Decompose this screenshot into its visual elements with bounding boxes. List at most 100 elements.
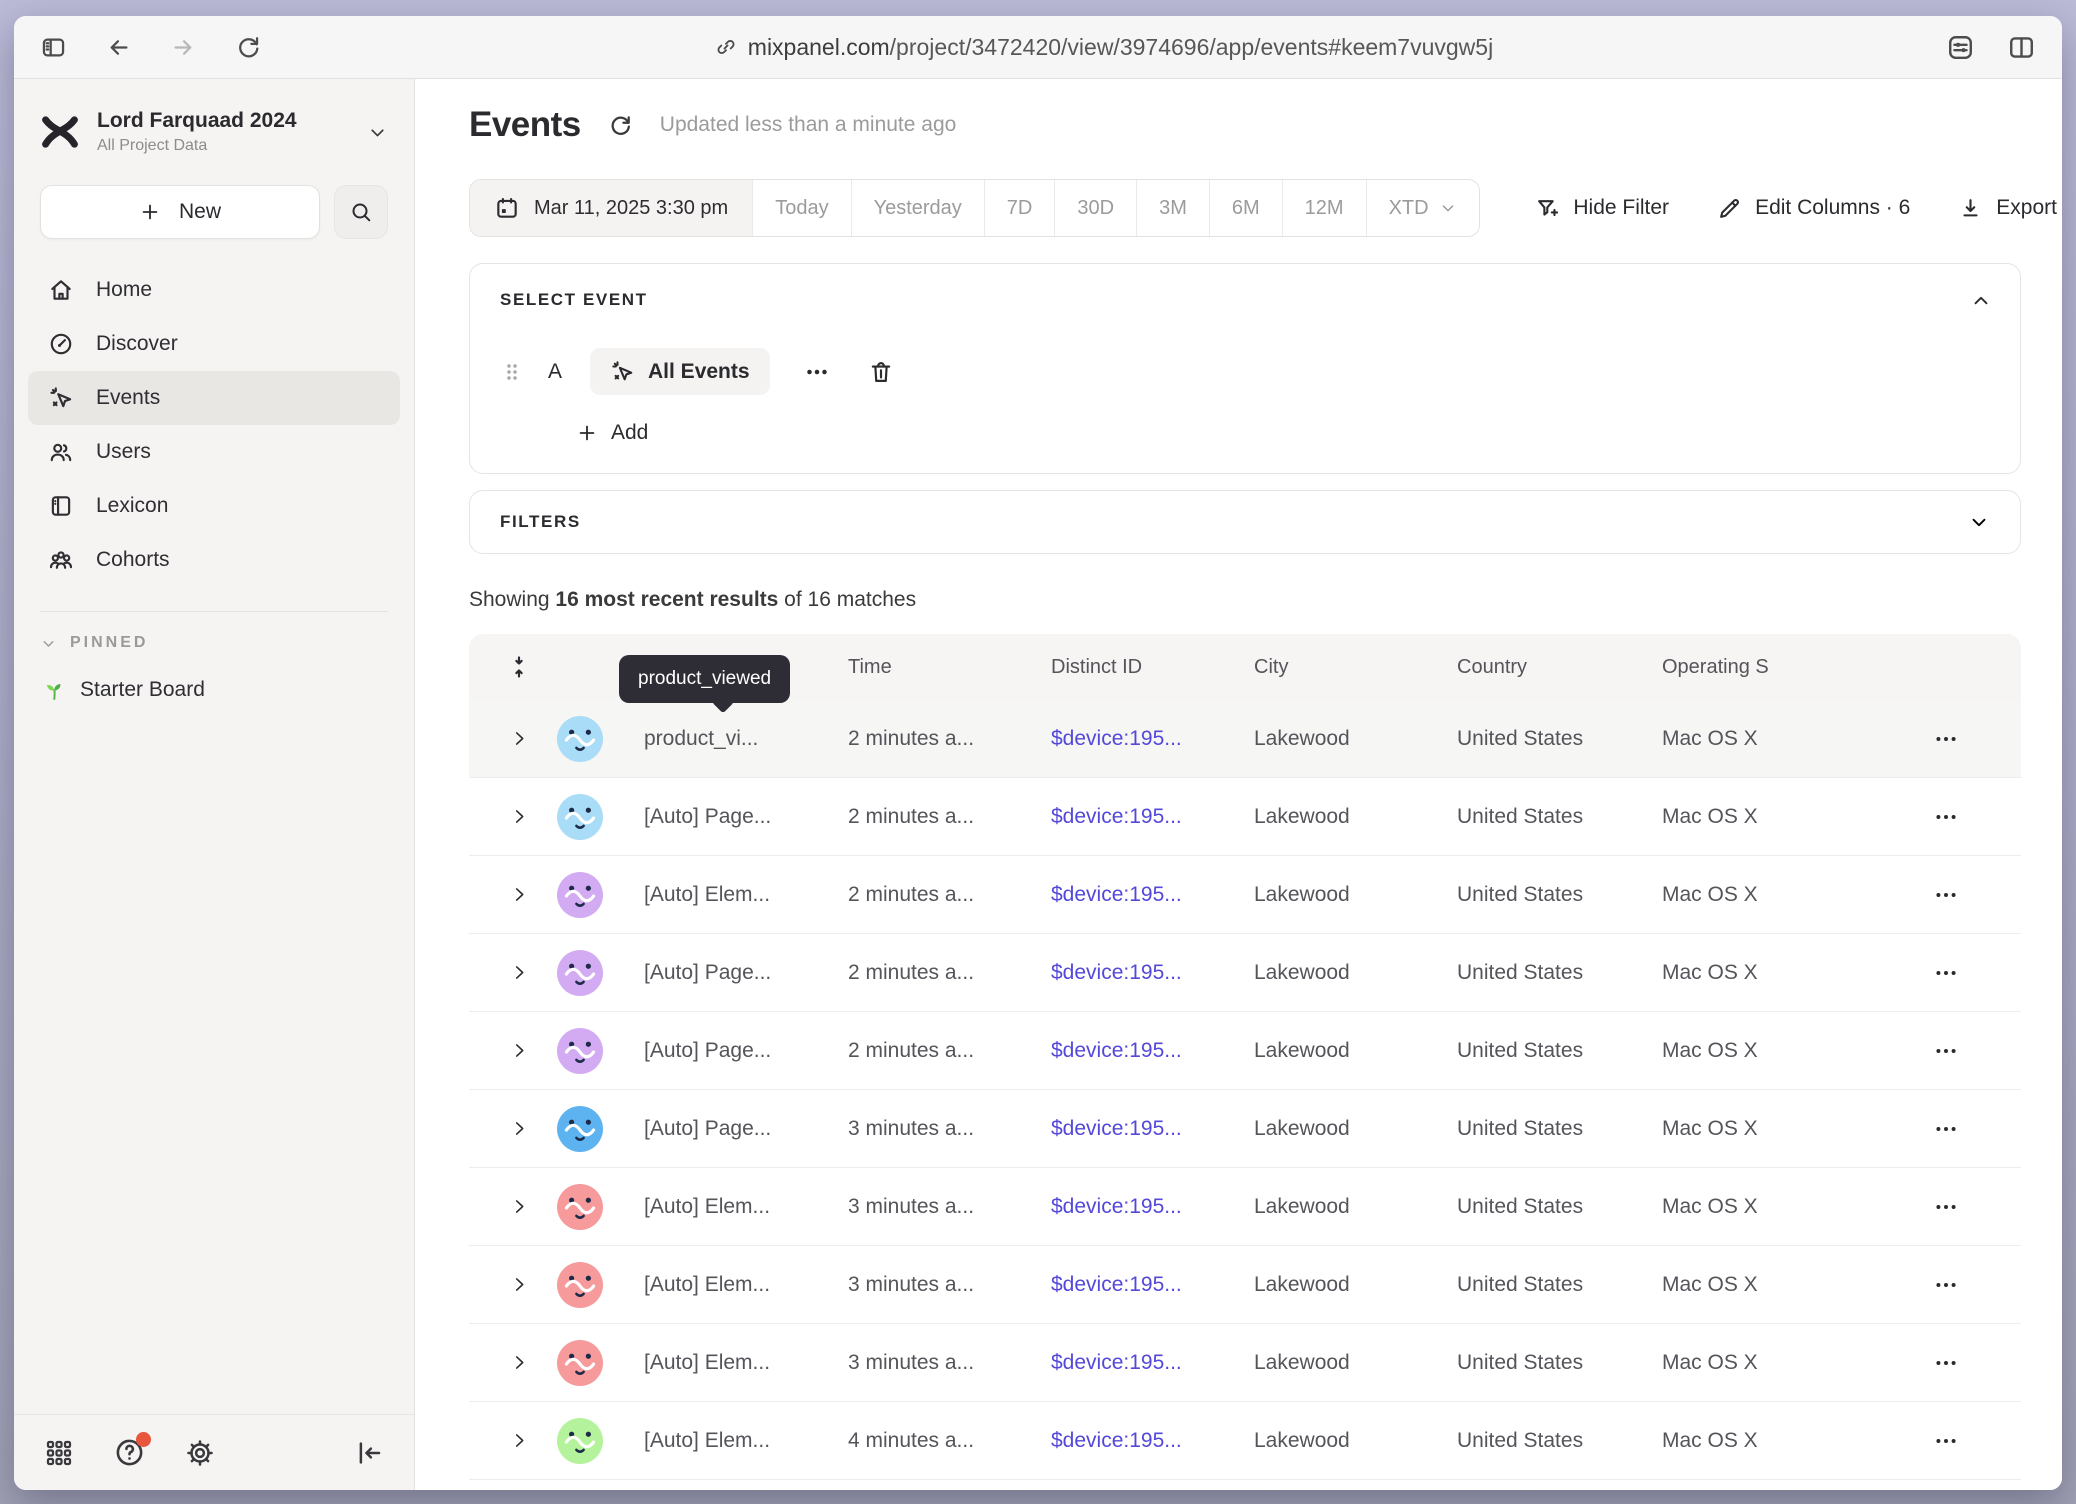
search-button[interactable] [334,185,388,239]
edit-columns-button[interactable]: Edit Columns · 6 [1717,196,1910,221]
project-switcher[interactable]: Lord Farquaad 2024 All Project Data [14,79,414,177]
table-row[interactable]: product_vi... 2 minutes a... $device:195… [469,700,2021,778]
help-button[interactable] [114,1437,145,1468]
forward-icon[interactable] [170,34,197,61]
table-row[interactable]: [Auto] Page... 2 minutes a... $device:19… [469,778,2021,856]
row-more-button[interactable] [1932,1037,1960,1065]
expand-panel-icon[interactable] [1968,511,1990,533]
row-expand-icon[interactable] [510,1353,529,1372]
row-more-button[interactable] [1932,1193,1960,1221]
row-expand-icon[interactable] [510,1275,529,1294]
add-event-button[interactable]: Add [576,421,1990,445]
event-country: United States [1457,883,1662,907]
column-country[interactable]: Country [1457,656,1662,679]
collapse-panel-icon[interactable] [1970,290,1992,312]
row-more-button[interactable] [1932,1349,1960,1377]
sidebar-item-cohorts[interactable]: Cohorts [28,533,400,587]
refresh-icon[interactable] [607,112,634,139]
distinct-id-link[interactable]: $device:195... [1051,1429,1182,1452]
range-6m[interactable]: 6M [1210,180,1283,236]
row-more-button[interactable] [1932,1271,1960,1299]
range-12m[interactable]: 12M [1283,180,1367,236]
column-time[interactable]: Time [848,656,1051,679]
row-expand-icon[interactable] [510,963,529,982]
row-expand-icon[interactable] [510,1041,529,1060]
table-row[interactable]: [Auto] Elem... 3 minutes a... $device:19… [469,1324,2021,1402]
event-country: United States [1457,1351,1662,1375]
row-expand-icon[interactable] [510,1197,529,1216]
collapse-sidebar-icon[interactable] [354,1438,384,1468]
sidebar-item-users[interactable]: Users [28,425,400,479]
browser-sidebar-toggle-icon[interactable] [40,34,67,61]
table-row[interactable]: [Auto] Page... 3 minutes a... $device:19… [469,1090,2021,1168]
event-selector-chip[interactable]: All Events [590,348,770,395]
address-bar[interactable]: mixpanel.com/project/3472420/view/397469… [262,34,1946,61]
range-yesterday[interactable]: Yesterday [852,180,985,236]
new-button[interactable]: New [40,185,320,239]
table-row[interactable] [469,1480,2021,1490]
sidebar-item-home[interactable]: Home [28,263,400,317]
column-distinct-id[interactable]: Distinct ID [1051,656,1254,679]
column-city[interactable]: City [1254,656,1457,679]
distinct-id-link[interactable]: $device:195... [1051,883,1182,906]
range-7d[interactable]: 7D [985,180,1056,236]
row-expand-icon[interactable] [510,1119,529,1138]
table-row[interactable]: [Auto] Page... 2 minutes a... $device:19… [469,934,2021,1012]
range-3m[interactable]: 3M [1137,180,1210,236]
event-city: Lakewood [1254,1351,1457,1375]
updated-status: Updated less than a minute ago [660,113,957,137]
apps-grid-icon[interactable] [44,1438,74,1468]
distinct-id-link[interactable]: $device:195... [1051,1195,1182,1218]
row-more-button[interactable] [1932,959,1960,987]
row-expand-icon[interactable] [510,807,529,826]
row-expand-icon[interactable] [510,1431,529,1450]
row-more-button[interactable] [1932,1427,1960,1455]
row-more-button[interactable] [1932,881,1960,909]
page-settings-icon[interactable] [1946,33,1975,62]
export-button[interactable]: Export [1958,196,2057,221]
distinct-id-link[interactable]: $device:195... [1051,805,1182,828]
row-more-button[interactable] [1932,725,1960,753]
distinct-id-link[interactable]: $device:195... [1051,961,1182,984]
table-row[interactable]: [Auto] Page... 2 minutes a... $device:19… [469,1012,2021,1090]
range-today[interactable]: Today [753,180,851,236]
table-row[interactable]: [Auto] Elem... 2 minutes a... $device:19… [469,856,2021,934]
distinct-id-link[interactable]: $device:195... [1051,1273,1182,1296]
trash-icon[interactable] [868,359,894,385]
row-more-button[interactable] [1932,1115,1960,1143]
split-view-icon[interactable] [2007,33,2036,62]
drag-handle-icon[interactable] [500,360,524,384]
distinct-id-link[interactable]: $device:195... [1051,1039,1182,1062]
sidebar-item-discover[interactable]: Discover [28,317,400,371]
distinct-id-link[interactable]: $device:195... [1051,1117,1182,1140]
distinct-id-link[interactable]: $device:195... [1051,1351,1182,1374]
event-more-button[interactable] [802,357,832,387]
event-time: 2 minutes a... [848,1039,1051,1063]
event-city: Lakewood [1254,727,1457,751]
table-row[interactable]: [Auto] Elem... 3 minutes a... $device:19… [469,1246,2021,1324]
range-30d[interactable]: 30D [1055,180,1137,236]
range-xtd[interactable]: XTD [1367,180,1479,236]
event-city: Lakewood [1254,805,1457,829]
row-more-button[interactable] [1932,803,1960,831]
url-host: mixpanel.com [748,34,890,60]
sidebar-item-events[interactable]: Events [28,371,400,425]
date-picker-button[interactable]: Mar 11, 2025 3:30 pm [470,180,753,236]
pinned-section-header[interactable]: PINNED [14,634,414,652]
distinct-id-link[interactable]: $device:195... [1051,727,1182,750]
row-expand-icon[interactable] [510,729,529,748]
hide-filter-button[interactable]: Hide Filter [1535,196,1669,221]
event-chip-label: All Events [648,360,750,384]
event-country: United States [1457,1195,1662,1219]
search-icon [349,200,373,224]
table-row[interactable]: [Auto] Elem... 3 minutes a... $device:19… [469,1168,2021,1246]
sidebar-item-starter-board[interactable]: Starter Board [14,664,414,716]
table-row[interactable]: [Auto] Elem... 4 minutes a... $device:19… [469,1402,2021,1480]
back-icon[interactable] [105,34,132,61]
reload-icon[interactable] [235,34,262,61]
sort-icon[interactable] [506,654,532,680]
sidebar-item-lexicon[interactable]: Lexicon [28,479,400,533]
gear-icon[interactable] [185,1438,215,1468]
row-expand-icon[interactable] [510,885,529,904]
column-operating-system[interactable]: Operating S [1662,656,1871,679]
